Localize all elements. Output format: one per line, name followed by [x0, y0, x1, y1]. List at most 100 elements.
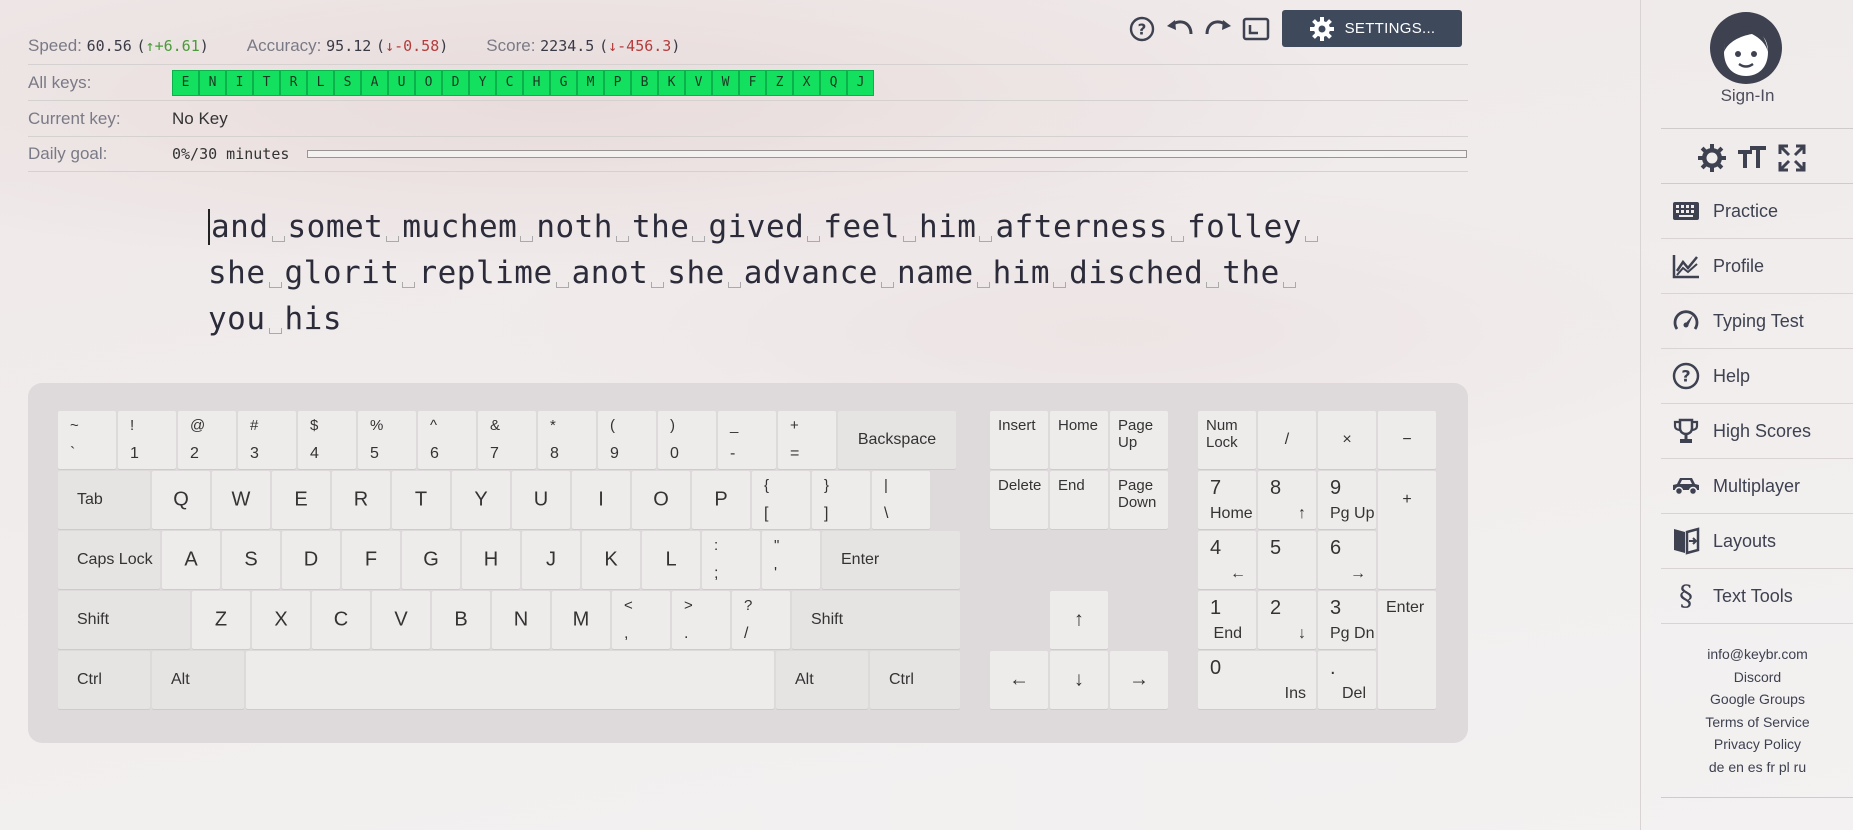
key-\[interactable]: | \	[872, 471, 930, 529]
key-g[interactable]: G	[402, 531, 460, 589]
numpad-slash-key[interactable]: /	[1258, 411, 1316, 469]
key-b[interactable]: B	[432, 591, 490, 649]
key-t[interactable]: T	[392, 471, 450, 529]
key-z[interactable]: Z	[192, 591, 250, 649]
page-down-key[interactable]: Page Down	[1110, 471, 1168, 529]
num-lock-key[interactable]: Num Lock	[1198, 411, 1256, 469]
right-ctrl-key[interactable]: Ctrl	[870, 651, 960, 709]
sidebar-item-high-scores[interactable]: High Scores	[1661, 404, 1853, 459]
sidebar-item-typing-test[interactable]: Typing Test	[1661, 294, 1853, 349]
arrow-up-key[interactable]: ↑	[1050, 591, 1108, 649]
key-i[interactable]: I	[572, 471, 630, 529]
footer-link[interactable]: info@keybr.com	[1661, 643, 1853, 666]
sidebar-item-text-tools[interactable]: § Text Tools	[1661, 569, 1853, 624]
key-s[interactable]: S	[222, 531, 280, 589]
expand-icon[interactable]	[1776, 142, 1808, 179]
sidebar-item-profile[interactable]: Profile	[1661, 239, 1853, 294]
key-j[interactable]: J	[522, 531, 580, 589]
avatar[interactable]	[1710, 12, 1782, 84]
arrow-down-key[interactable]: ↓	[1050, 651, 1108, 709]
numpad-1-key[interactable]: 1 End	[1198, 591, 1256, 649]
settings-button[interactable]: SETTINGS...	[1282, 10, 1462, 47]
tab-key[interactable]: Tab	[58, 471, 150, 529]
key-r[interactable]: R	[332, 471, 390, 529]
home-key[interactable]: Home	[1050, 411, 1108, 469]
key-6[interactable]: ^ 6	[418, 411, 476, 469]
numpad-plus-key[interactable]: +	[1378, 471, 1436, 589]
key-m[interactable]: M	[552, 591, 610, 649]
delete-key[interactable]: Delete	[990, 471, 1048, 529]
undo-icon[interactable]	[1164, 13, 1196, 45]
caps-lock-key[interactable]: Caps Lock	[58, 531, 160, 589]
key-w[interactable]: W	[212, 471, 270, 529]
key-q[interactable]: Q	[152, 471, 210, 529]
key-;[interactable]: :;	[702, 531, 760, 589]
footer-link[interactable]: Discord	[1661, 666, 1853, 689]
numpad-4-key[interactable]: 4 ←	[1198, 531, 1256, 589]
key-`[interactable]: ~ `	[58, 411, 116, 469]
end-key[interactable]: End	[1050, 471, 1108, 529]
numpad-minus-key[interactable]: −	[1378, 411, 1436, 469]
key-e[interactable]: E	[272, 471, 330, 529]
backspace-key[interactable]: Backspace	[838, 411, 956, 469]
key-c[interactable]: C	[312, 591, 370, 649]
left-shift-key[interactable]: Shift	[58, 591, 190, 649]
numpad-9-key[interactable]: 9 Pg Up	[1318, 471, 1376, 529]
key-p[interactable]: P	[692, 471, 750, 529]
numpad-enter-key[interactable]: Enter	[1378, 591, 1436, 709]
key-l[interactable]: L	[642, 531, 700, 589]
numpad-0-key[interactable]: 0 Ins	[1198, 651, 1316, 709]
key-/[interactable]: ? /	[732, 591, 790, 649]
key-v[interactable]: V	[372, 591, 430, 649]
left-alt-key[interactable]: Alt	[152, 651, 244, 709]
key-=[interactable]: + =	[778, 411, 836, 469]
numpad-8-key[interactable]: 8 ↑	[1258, 471, 1316, 529]
theme-icon[interactable]	[1696, 142, 1728, 179]
page-up-key[interactable]: Page Up	[1110, 411, 1168, 469]
sidebar-item-layouts[interactable]: Layouts	[1661, 514, 1853, 569]
key-y[interactable]: Y	[452, 471, 510, 529]
key--[interactable]: _ -	[718, 411, 776, 469]
help-icon[interactable]: ?	[1126, 13, 1158, 45]
insert-key[interactable]: Insert	[990, 411, 1048, 469]
key-a[interactable]: A	[162, 531, 220, 589]
arrow-left-key[interactable]: ←	[990, 651, 1048, 709]
numpad-7-key[interactable]: 7 Home	[1198, 471, 1256, 529]
key-'[interactable]: " '	[762, 531, 820, 589]
key-5[interactable]: % 5	[358, 411, 416, 469]
key-h[interactable]: H	[462, 531, 520, 589]
footer-link[interactable]: Terms of Service	[1661, 711, 1853, 734]
key-4[interactable]: $4	[298, 411, 356, 469]
practice-text[interactable]: and somet muchem noth the gived feel him afterne…	[208, 204, 1321, 342]
key-0[interactable]: ) 0	[658, 411, 716, 469]
spacebar-key[interactable]	[246, 651, 774, 709]
numpad-3-key[interactable]: 3 Pg Dn	[1318, 591, 1376, 649]
sidebar-item-help[interactable]: ? Help	[1661, 349, 1853, 404]
right-alt-key[interactable]: Alt	[776, 651, 868, 709]
footer-link[interactable]: Google Groups	[1661, 688, 1853, 711]
sidebar-item-practice[interactable]: Practice	[1661, 184, 1853, 239]
key-,[interactable]: <,	[612, 591, 670, 649]
left-ctrl-key[interactable]: Ctrl	[58, 651, 150, 709]
redo-icon[interactable]	[1202, 13, 1234, 45]
numpad-6-key[interactable]: 6 →	[1318, 531, 1376, 589]
footer-link[interactable]: Privacy Policy	[1661, 733, 1853, 756]
footer-link[interactable]: de en es fr pl ru	[1661, 756, 1853, 779]
fullscreen-icon[interactable]	[1240, 13, 1272, 45]
key-][interactable]: }]	[812, 471, 870, 529]
numpad-multiply-key[interactable]: ×	[1318, 411, 1376, 469]
key-x[interactable]: X	[252, 591, 310, 649]
numpad-2-key[interactable]: 2 ↓	[1258, 591, 1316, 649]
numpad-dot-key[interactable]: . Del	[1318, 651, 1376, 709]
key-3[interactable]: #3	[238, 411, 296, 469]
key-2[interactable]: @2	[178, 411, 236, 469]
arrow-right-key[interactable]: →	[1110, 651, 1168, 709]
enter-key[interactable]: Enter	[822, 531, 960, 589]
key-9[interactable]: (9	[598, 411, 656, 469]
sidebar-item-multiplayer[interactable]: Multiplayer	[1661, 459, 1853, 514]
key-1[interactable]: ! 1	[118, 411, 176, 469]
sign-in-link[interactable]: Sign-In	[1641, 86, 1853, 106]
key-k[interactable]: K	[582, 531, 640, 589]
key-7[interactable]: & 7	[478, 411, 536, 469]
key-o[interactable]: O	[632, 471, 690, 529]
